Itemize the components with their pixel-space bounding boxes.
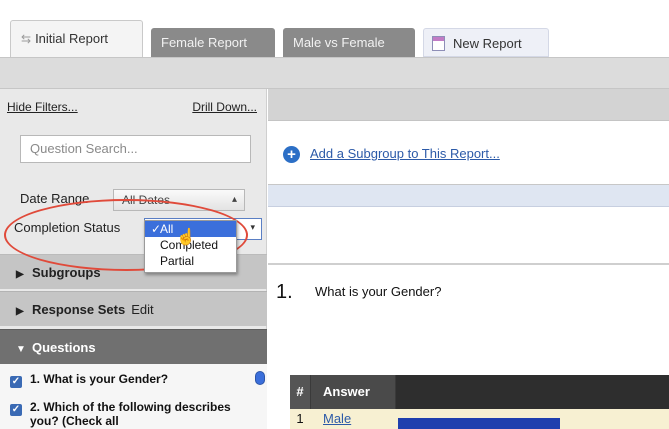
tab-label: Initial Report <box>35 31 109 46</box>
expand-triangle-icon: ▶ <box>16 306 24 317</box>
tab-male-vs-female[interactable]: Male vs Female <box>283 28 415 57</box>
checkbox-checked-icon[interactable]: ✓ <box>10 376 22 388</box>
chevron-down-icon: ▾ <box>250 222 255 232</box>
section-label: Questions <box>32 340 96 355</box>
section-label: Response Sets <box>32 302 126 317</box>
column-header-answer: Answer <box>311 375 395 409</box>
section-questions[interactable]: ▼ Questions <box>0 329 267 364</box>
answers-table: # Answer 1 Male <box>290 375 669 429</box>
tab-initial-report[interactable]: ⇆ Initial Report <box>10 20 143 57</box>
response-bar <box>398 418 560 429</box>
subgroup-band <box>268 185 669 207</box>
toolbar <box>0 57 669 89</box>
collapse-triangle-icon: ▼ <box>16 344 26 355</box>
tab-new-report[interactable]: New Report <box>423 28 549 57</box>
blank-panel <box>268 207 669 265</box>
report-app: ⇆ Initial Report Female Report Male vs Fe… <box>0 0 669 429</box>
expand-triangle-icon: ▶ <box>16 269 24 280</box>
tab-label: New Report <box>453 36 522 51</box>
add-subgroup-link[interactable]: Add a Subgroup to This Report... <box>310 146 500 161</box>
question-search-input[interactable]: Question Search... <box>20 135 251 163</box>
hide-filters-link[interactable]: Hide Filters... <box>7 100 78 114</box>
main-header-band <box>268 89 669 121</box>
hand-cursor-icon: ☝ <box>176 229 196 246</box>
tab-bar: ⇆ Initial Report Female Report Male vs Fe… <box>0 0 669 61</box>
add-subgroup-row: + Add a Subgroup to This Report... <box>268 121 669 185</box>
add-circle-icon[interactable]: + <box>283 146 300 163</box>
checkbox-checked-icon[interactable]: ✓ <box>10 404 22 416</box>
row-number: 1 <box>296 411 304 426</box>
dropdown-option-partial[interactable]: Partial <box>145 253 236 269</box>
table-header: # Answer <box>290 375 669 409</box>
table-row: 1 Male <box>290 409 669 429</box>
link-icon: ⇆ <box>21 32 32 46</box>
question-title: What is your Gender? <box>315 284 442 299</box>
column-header-chart <box>396 375 669 409</box>
checkmark-icon: ✓ <box>151 222 162 236</box>
scrollbar-thumb[interactable] <box>255 371 265 385</box>
response-sets-edit-link[interactable]: Edit <box>131 302 153 317</box>
question-list-item[interactable]: ✓ 1. What is your Gender? <box>10 372 245 388</box>
question-label: 1. What is your Gender? <box>30 372 169 386</box>
drill-down-link[interactable]: Drill Down... <box>192 100 257 114</box>
question-list-item[interactable]: ✓ 2. Which of the following describes you… <box>10 400 245 428</box>
select-arrows-icon: ▴ <box>231 194 237 205</box>
answer-link[interactable]: Male <box>323 411 351 426</box>
question-number: 1. <box>276 281 293 303</box>
tab-label: Male vs Female <box>293 35 385 50</box>
question-header: 1. What is your Gender? <box>268 265 669 325</box>
filters-links-row: Hide Filters... Drill Down... <box>7 100 257 114</box>
question-list: ✓ 1. What is your Gender? ✓ 2. Which of th… <box>0 364 267 429</box>
section-response-sets[interactable]: ▶ Response Sets Edit <box>0 291 267 326</box>
question-label: 2. Which of the following describes you?… <box>30 400 231 428</box>
tab-label: Female Report <box>161 35 247 50</box>
tab-female-report[interactable]: Female Report <box>151 28 275 57</box>
column-header-number: # <box>290 375 310 409</box>
document-icon <box>432 36 445 52</box>
